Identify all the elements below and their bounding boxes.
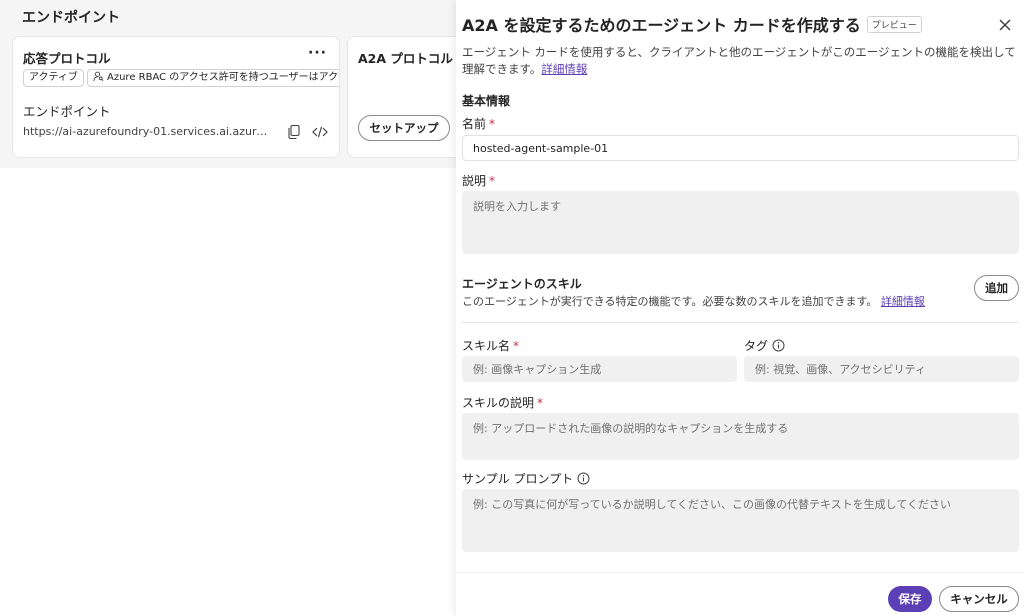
- endpoint-url: https://ai-azurefoundry-01.services.ai.a…: [23, 125, 273, 138]
- panel-title: A2A を設定するためのエージェント カードを作成する プレビュー: [462, 12, 922, 36]
- name-label-text: 名前: [462, 117, 487, 131]
- info-icon[interactable]: [772, 339, 785, 355]
- copy-icon[interactable]: [283, 121, 305, 143]
- response-protocol-card: 応答プロトコル ··· アクティブ Azure RBAC のアクセス許可を持つユ…: [12, 36, 340, 158]
- save-button[interactable]: 保存: [888, 586, 932, 612]
- endpoints-page: エンドポイント 応答プロトコル ··· アクティブ Azure RBAC のアク…: [0, 0, 467, 168]
- sample-prompt-label-text: サンプル プロンプト: [462, 472, 574, 486]
- skill-description-label-text: スキルの説明: [462, 396, 535, 410]
- tags-label-text: タグ: [744, 339, 769, 353]
- status-badge: アクティブ: [23, 69, 84, 87]
- skills-learn-more-link[interactable]: 詳細情報: [881, 295, 925, 308]
- card-title: A2A プロトコル: [358, 51, 453, 66]
- skill-description-label: スキルの説明 *: [462, 394, 543, 411]
- tags-label: タグ: [744, 337, 785, 355]
- basic-info-heading: 基本情報: [462, 94, 511, 108]
- a2a-protocol-card: A2A プロトコル セットアップ: [347, 36, 467, 158]
- required-mark: *: [489, 174, 496, 188]
- card-title: 応答プロトコル: [23, 51, 111, 66]
- page-title: エンドポイント: [22, 10, 120, 26]
- skill-name-input[interactable]: [462, 356, 737, 382]
- required-mark: *: [537, 396, 544, 410]
- code-icon[interactable]: [309, 121, 331, 143]
- rbac-badge-label: Azure RBAC のアクセス許可を持つユーザーはアクセス: [107, 72, 340, 83]
- skill-name-label: スキル名 *: [462, 337, 519, 354]
- add-skill-button[interactable]: 追加: [974, 275, 1019, 301]
- footer-divider: [456, 572, 1024, 573]
- divider: [462, 322, 1018, 323]
- skill-name-label-text: スキル名: [462, 339, 511, 353]
- sample-prompt-label: サンプル プロンプト: [462, 470, 590, 488]
- required-mark: *: [489, 117, 496, 131]
- panel-title-text: A2A を設定するためのエージェント カードを作成する: [462, 16, 861, 35]
- skills-description: このエージェントが実行できる特定の機能です。必要な数のスキルを追加できます。 詳…: [462, 293, 925, 309]
- person-key-icon: [93, 71, 104, 86]
- sample-prompt-textarea[interactable]: [462, 489, 1019, 552]
- tags-input[interactable]: [744, 356, 1019, 382]
- setup-button[interactable]: セットアップ: [358, 115, 450, 141]
- skills-heading: エージェントのスキル: [462, 277, 582, 291]
- required-mark: *: [513, 339, 520, 353]
- description-label-text: 説明: [462, 174, 487, 188]
- panel-description: エージェント カードを使用すると、クライアントと他のエージェントがこのエージェン…: [462, 44, 1018, 78]
- rbac-badge: Azure RBAC のアクセス許可を持つユーザーはアクセス: [87, 69, 340, 87]
- skill-description-textarea[interactable]: [462, 413, 1019, 460]
- description-textarea[interactable]: [462, 191, 1019, 254]
- info-icon[interactable]: [577, 472, 590, 488]
- endpoint-label: エンドポイント: [23, 104, 111, 119]
- skills-description-text: このエージェントが実行できる特定の機能です。必要な数のスキルを追加できます。: [462, 295, 878, 308]
- preview-badge: プレビュー: [866, 16, 922, 33]
- close-icon[interactable]: [996, 16, 1014, 34]
- learn-more-link[interactable]: 詳細情報: [541, 62, 587, 76]
- name-input[interactable]: [462, 135, 1019, 161]
- more-options-button[interactable]: ···: [308, 45, 327, 61]
- description-label: 説明 *: [462, 172, 495, 189]
- cancel-button[interactable]: キャンセル: [939, 586, 1019, 612]
- name-label: 名前 *: [462, 115, 495, 132]
- agent-card-panel: A2A を設定するためのエージェント カードを作成する プレビュー エージェント …: [456, 0, 1024, 616]
